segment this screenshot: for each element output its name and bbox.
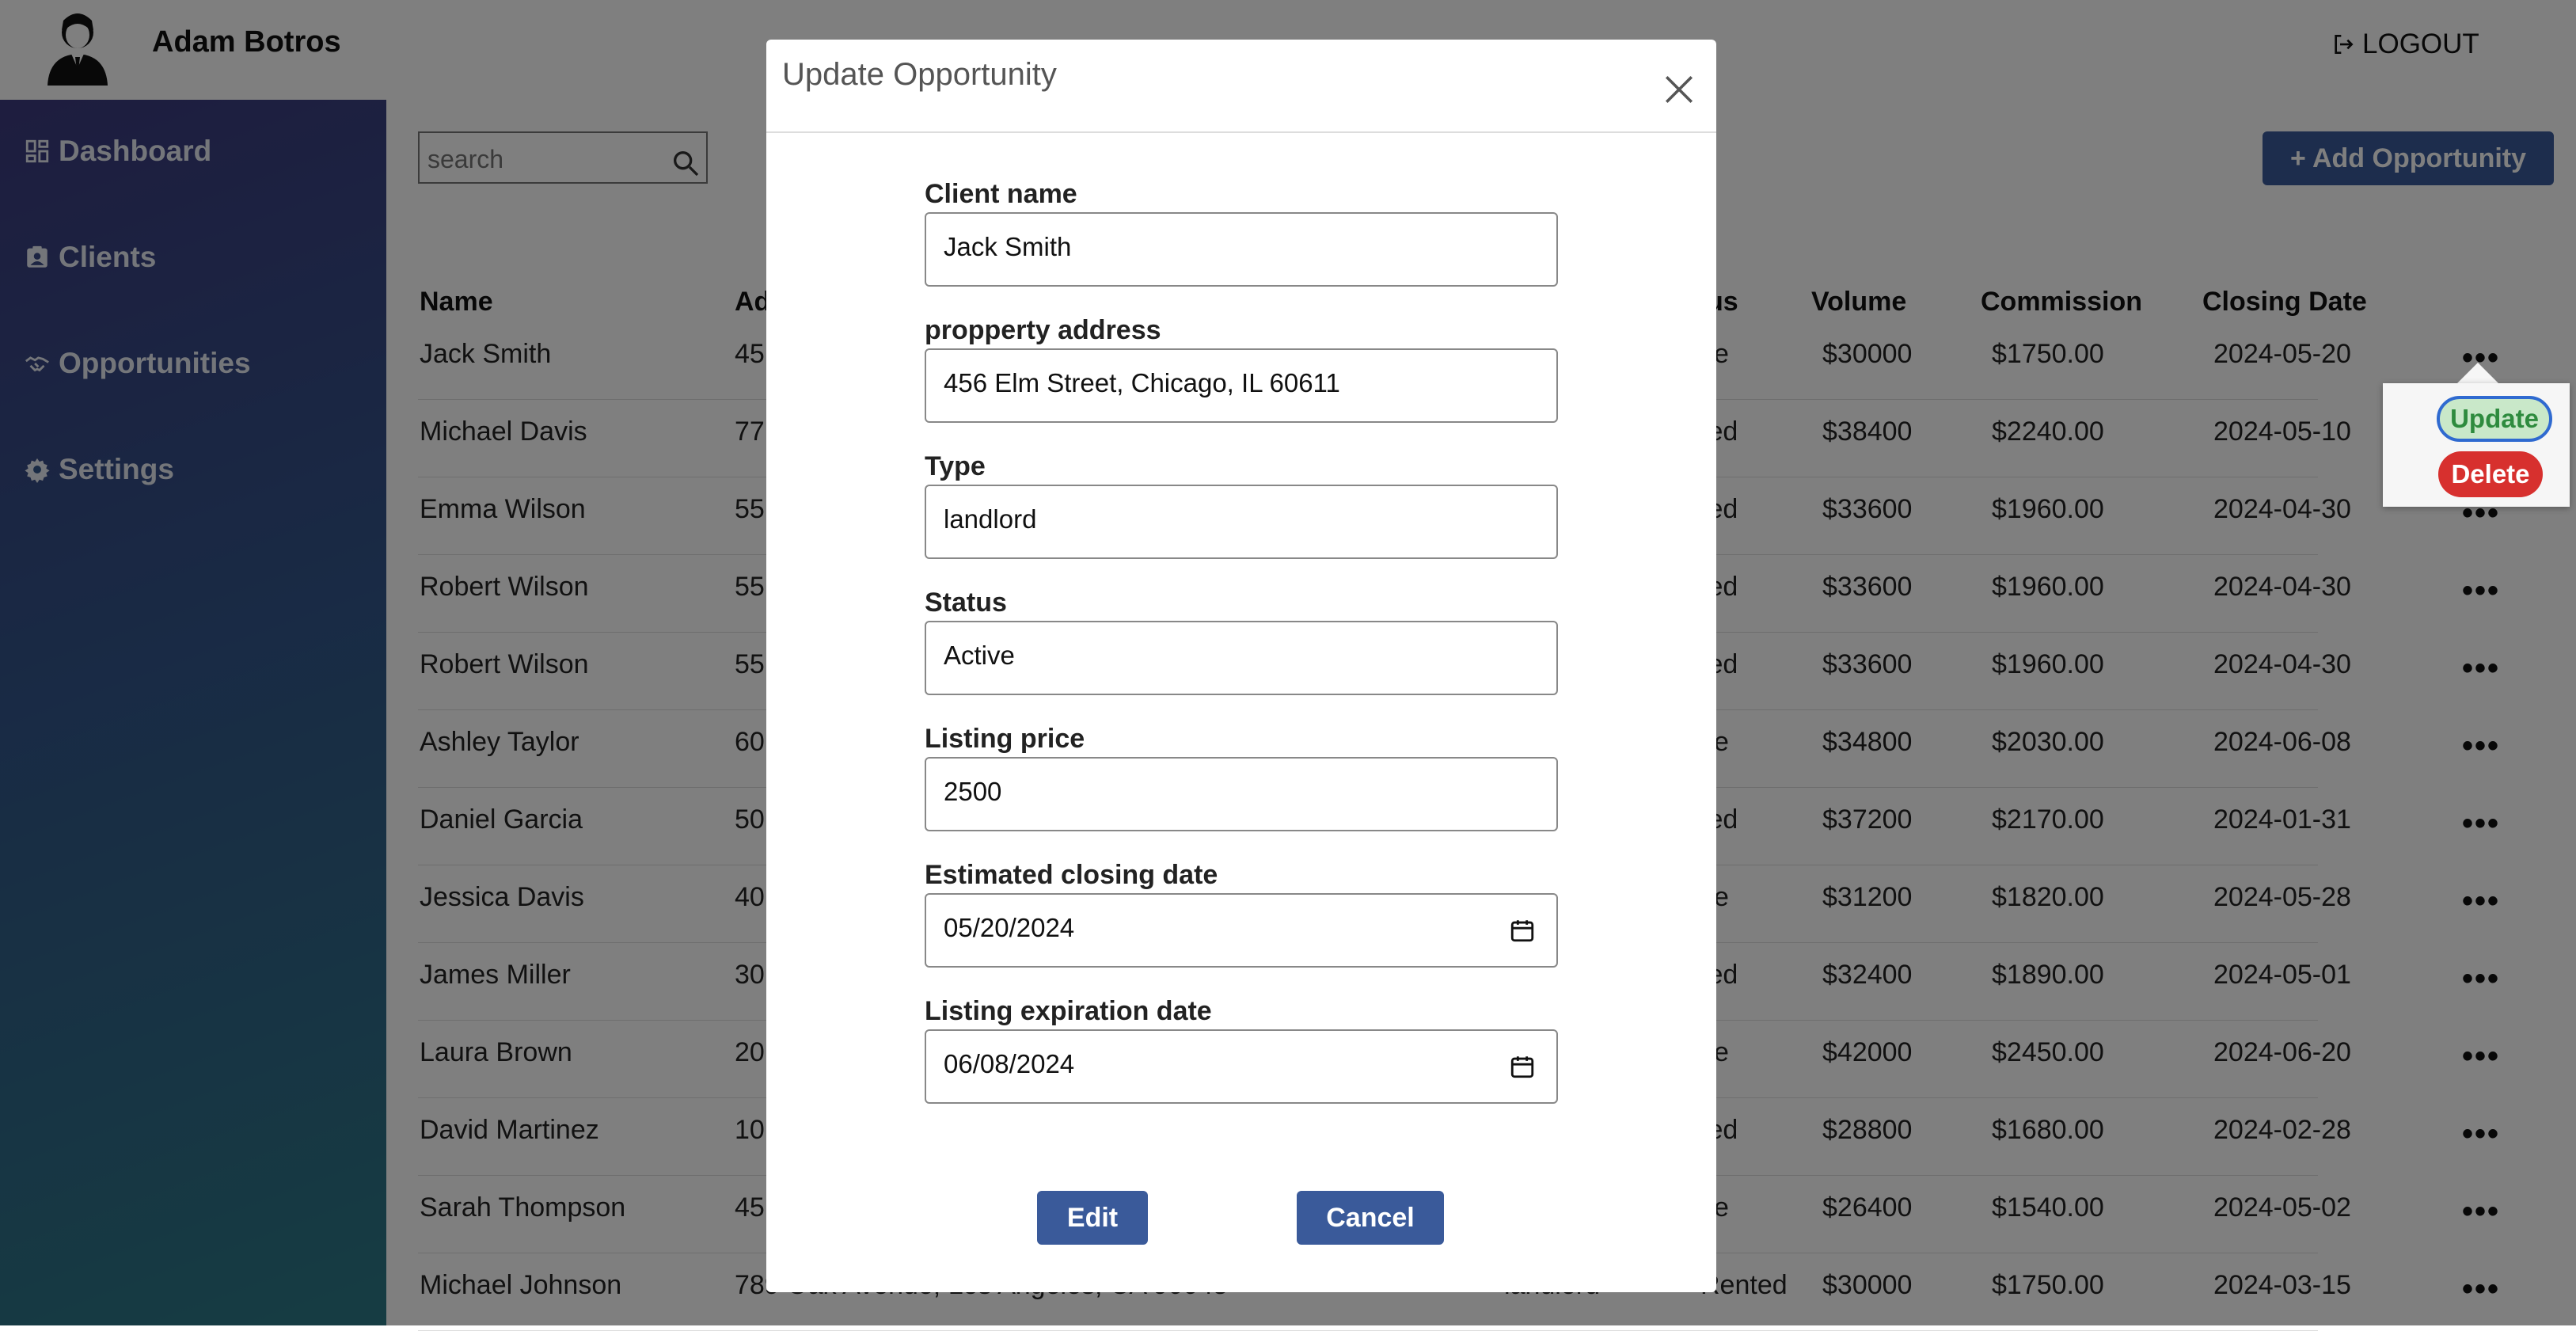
estimated-closing-date-label: Estimated closing date bbox=[925, 860, 1218, 890]
update-button[interactable]: Update bbox=[2437, 396, 2552, 442]
calendar-icon[interactable] bbox=[1509, 1053, 1536, 1080]
listing-expiration-date-label: Listing expiration date bbox=[925, 996, 1212, 1026]
client-name-label: Client name bbox=[925, 179, 1077, 209]
listing-price-field[interactable] bbox=[925, 757, 1558, 831]
status-label: Status bbox=[925, 588, 1007, 618]
client-name-field[interactable] bbox=[925, 212, 1558, 287]
update-opportunity-modal: Update Opportunity Client name propperty… bbox=[766, 40, 1716, 1292]
status-field[interactable] bbox=[925, 621, 1558, 695]
listing-expiration-date-field[interactable] bbox=[925, 1029, 1558, 1104]
calendar-icon[interactable] bbox=[1509, 917, 1536, 944]
row-menu-arrow bbox=[2457, 363, 2498, 383]
property-address-input[interactable] bbox=[942, 367, 1468, 399]
estimated-closing-date-input[interactable] bbox=[942, 912, 1468, 944]
cancel-button[interactable]: Cancel bbox=[1297, 1191, 1444, 1245]
client-name-input[interactable] bbox=[942, 231, 1468, 263]
property-address-field[interactable] bbox=[925, 348, 1558, 423]
modal-title: Update Opportunity bbox=[782, 57, 1057, 92]
close-icon[interactable] bbox=[1658, 68, 1700, 111]
estimated-closing-date-field[interactable] bbox=[925, 893, 1558, 968]
type-label: Type bbox=[925, 451, 986, 481]
listing-price-label: Listing price bbox=[925, 724, 1085, 754]
edit-button[interactable]: Edit bbox=[1037, 1191, 1148, 1245]
listing-expiration-date-input[interactable] bbox=[942, 1048, 1468, 1080]
listing-price-input[interactable] bbox=[942, 776, 1468, 808]
type-field[interactable] bbox=[925, 485, 1558, 559]
type-input[interactable] bbox=[942, 504, 1468, 535]
delete-button[interactable]: Delete bbox=[2438, 451, 2543, 497]
property-address-label: propperty address bbox=[925, 315, 1161, 345]
modal-divider bbox=[766, 131, 1716, 133]
status-input[interactable] bbox=[942, 640, 1468, 671]
